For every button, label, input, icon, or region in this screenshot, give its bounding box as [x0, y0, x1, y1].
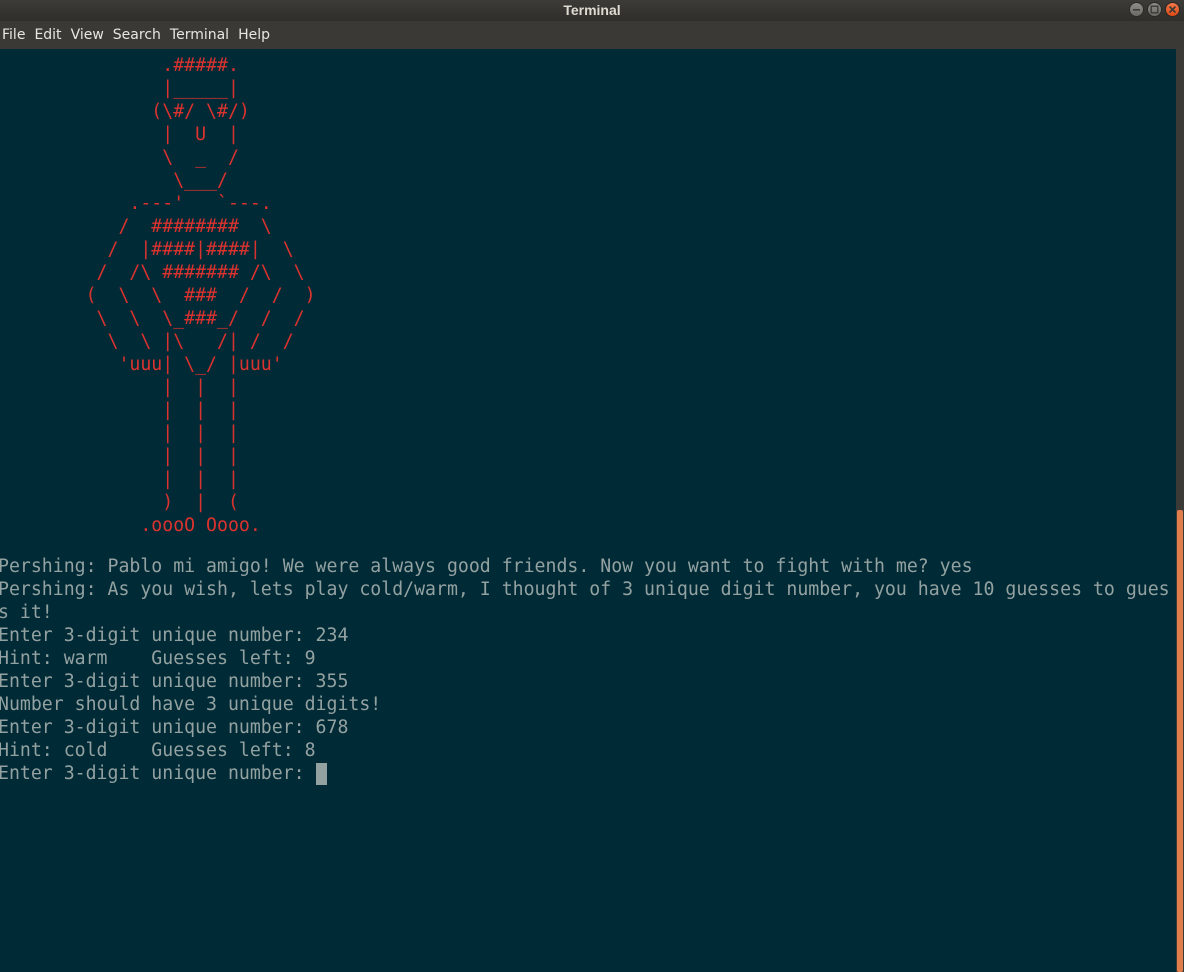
text-cursor [315, 762, 327, 785]
terminal-output-area[interactable]: .#####. |_____| (\#/ \#/) | U | \ _ / \_… [0, 49, 1176, 972]
ascii-art-character: .#####. |_____| (\#/ \#/) | U | \ _ / \_… [85, 55, 316, 536]
terminal-window: Terminal File Edit View Search Terminal … [0, 0, 1184, 972]
menu-view[interactable]: View [69, 21, 110, 49]
minimize-button[interactable] [1129, 2, 1144, 17]
menu-bar: File Edit View Search Terminal Help [0, 21, 1184, 49]
title-bar[interactable]: Terminal [0, 0, 1184, 21]
close-icon [1168, 5, 1177, 14]
menu-terminal[interactable]: Terminal [168, 21, 235, 49]
maximize-button[interactable] [1147, 2, 1162, 17]
game-transcript: Pershing: Pablo mi amigo! We were always… [0, 556, 1170, 761]
minimize-icon [1133, 9, 1140, 11]
input-prompt: Enter 3-digit unique number: [0, 763, 316, 784]
window-title: Terminal [563, 2, 621, 18]
menu-help[interactable]: Help [236, 21, 276, 49]
scrollbar[interactable] [1176, 49, 1184, 972]
maximize-icon [1150, 5, 1159, 14]
menu-edit[interactable]: Edit [32, 21, 67, 49]
window-controls [1129, 2, 1180, 17]
menu-search[interactable]: Search [111, 21, 167, 49]
close-button[interactable] [1165, 2, 1180, 17]
scrollbar-thumb[interactable] [1177, 510, 1183, 972]
prompt-line[interactable]: Enter 3-digit unique number: [0, 762, 327, 785]
menu-file[interactable]: File [0, 21, 31, 49]
